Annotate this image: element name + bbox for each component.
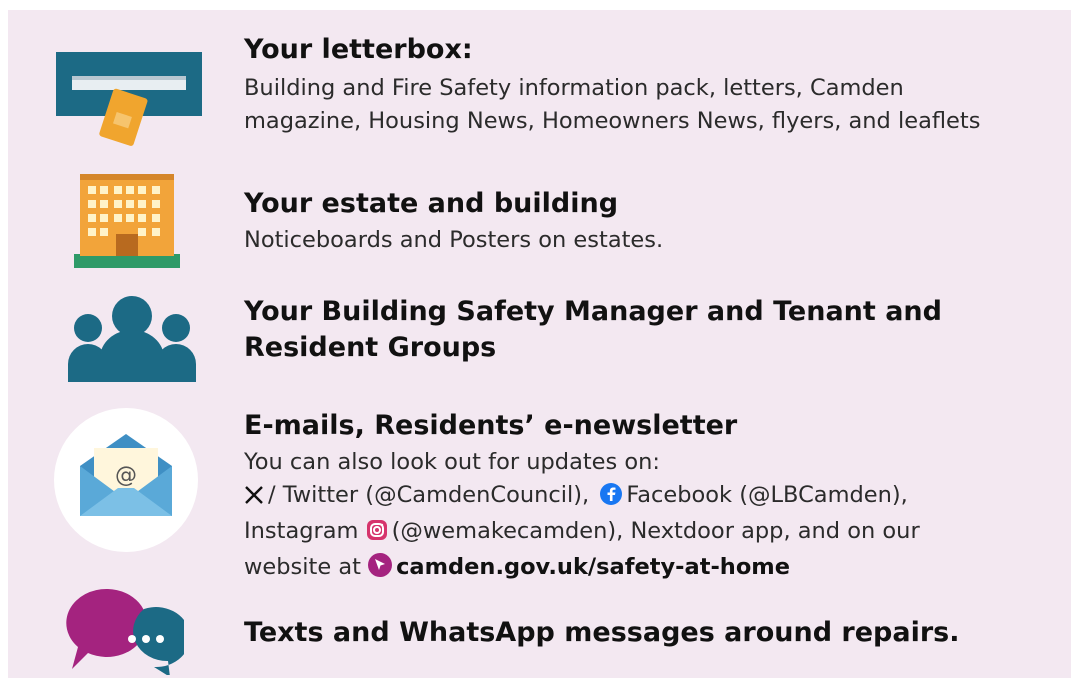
website-line: website at camden.gov.uk/safety-at-home — [244, 551, 920, 587]
instagram-label: Instagram — [244, 518, 359, 544]
instagram-rest: (@wemakecamden), Nextdoor app, and on ou… — [391, 518, 920, 544]
texts-text: Texts and WhatsApp messages around repai… — [244, 615, 960, 651]
texts-title: Texts and WhatsApp messages around repai… — [244, 617, 960, 648]
section-texts: Texts and WhatsApp messages around repai… — [8, 585, 1071, 678]
groups-text: Your Building Safety Manager and Tenant … — [244, 294, 942, 366]
letterbox-icon — [56, 50, 202, 154]
info-panel: Your letterbox: Building and Fire Safety… — [8, 10, 1071, 678]
instagram-icon — [366, 518, 388, 551]
groups-title-line-1: Your Building Safety Manager and Tenant … — [244, 296, 942, 327]
section-estate: Your estate and building Noticeboards an… — [8, 160, 1071, 280]
letterbox-title: Your letterbox: — [244, 34, 473, 65]
x-logo-icon — [244, 482, 264, 515]
social-line-2: Instagram (@wemakecamden), Nextdoor app,… — [244, 515, 920, 551]
estate-line: Noticeboards and Posters on estates. — [244, 227, 664, 253]
twitter-text: / Twitter (@CamdenCouncil), — [268, 482, 590, 508]
email-title: E-mails, Residents’ e-newsletter — [244, 410, 738, 441]
social-line-1: / Twitter (@CamdenCouncil), Facebook (@L… — [244, 479, 920, 515]
email-line-1: You can also look out for updates on: — [244, 449, 660, 475]
section-email: @ E-mails, Residents’ e-newsletter You c… — [8, 400, 1071, 590]
section-groups: Your Building Safety Manager and Tenant … — [8, 290, 1071, 390]
facebook-icon — [600, 482, 623, 515]
groups-title-line-2: Resident Groups — [244, 332, 497, 363]
people-group-icon — [66, 294, 198, 388]
letterbox-line-2: magazine, Housing News, Homeowners News,… — [244, 108, 981, 134]
facebook-text: Facebook (@LBCamden), — [626, 482, 908, 508]
section-letterbox: Your letterbox: Building and Fire Safety… — [8, 10, 1071, 150]
letterbox-text: Your letterbox: Building and Fire Safety… — [244, 32, 980, 138]
website-link[interactable]: camden.gov.uk/safety-at-home — [396, 554, 790, 580]
email-envelope-icon: @ — [54, 408, 198, 556]
chat-bubbles-icon — [64, 585, 191, 678]
letterbox-line-1: Building and Fire Safety information pac… — [244, 75, 904, 101]
svg-text:@: @ — [115, 463, 137, 488]
email-text: E-mails, Residents’ e-newsletter You can… — [244, 408, 920, 587]
estate-title: Your estate and building — [244, 188, 619, 219]
website-prefix: website at — [244, 554, 361, 580]
estate-text: Your estate and building Noticeboards an… — [244, 186, 663, 257]
cursor-icon — [368, 553, 393, 587]
building-icon — [74, 170, 180, 274]
